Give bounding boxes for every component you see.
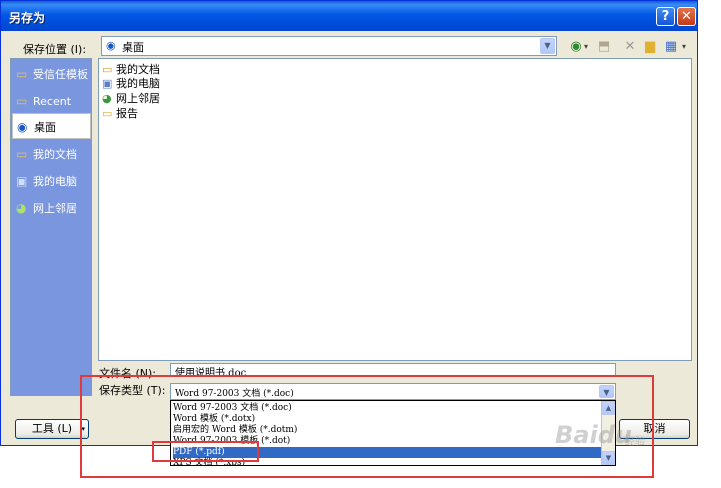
- network-icon: ◕: [102, 92, 112, 105]
- tools-button[interactable]: 工具 (L) ▾: [15, 419, 89, 439]
- location-dropdown[interactable]: ◉ 桌面 ▼: [101, 36, 557, 56]
- folder-icon: ▭: [16, 94, 28, 108]
- list-item[interactable]: ▣ 我的电脑: [102, 75, 160, 91]
- list-item[interactable]: ▭ 报告: [102, 105, 138, 121]
- documents-icon: ▭: [16, 147, 28, 161]
- new-folder-icon[interactable]: ▆: [641, 39, 659, 55]
- places-bar: ▭ 受信任模板 ▭ Recent ◉ 桌面 ▭ 我的文档 ▣ 我的电脑 ◕ 网上邻居: [10, 58, 92, 396]
- window-title: 另存为: [9, 11, 46, 25]
- close-button[interactable]: ✕: [677, 7, 696, 26]
- up-folder-icon[interactable]: ⬒: [595, 39, 613, 55]
- delete-icon[interactable]: ✕: [621, 39, 639, 55]
- watermark-logo: Baidu: [555, 421, 632, 449]
- place-trusted-templates[interactable]: ▭ 受信任模板: [12, 61, 91, 87]
- help-button[interactable]: ?: [656, 7, 675, 26]
- place-network[interactable]: ◕ 网上邻居: [12, 195, 91, 221]
- chevron-down-icon[interactable]: ▼: [540, 38, 555, 54]
- location-value: 桌面: [122, 41, 144, 54]
- back-dropdown-icon[interactable]: ▾: [582, 39, 590, 55]
- computer-icon: ▣: [102, 77, 113, 90]
- folder-icon: ▭: [16, 67, 28, 81]
- network-icon: ◕: [16, 201, 27, 215]
- computer-icon: ▣: [16, 174, 28, 188]
- desktop-icon: ◉: [17, 120, 28, 134]
- place-my-documents[interactable]: ▭ 我的文档: [12, 141, 91, 167]
- watermark-sub: 经验: [625, 437, 645, 448]
- title-bar[interactable]: 另存为 ? ✕: [1, 1, 697, 31]
- list-item[interactable]: ◕ 网上邻居: [102, 90, 160, 106]
- place-my-computer[interactable]: ▣ 我的电脑: [12, 168, 91, 194]
- file-list[interactable]: ▭ 我的文档 ▣ 我的电脑 ◕ 网上邻居 ▭ 报告: [98, 58, 692, 361]
- place-desktop[interactable]: ◉ 桌面: [12, 113, 91, 139]
- views-icon[interactable]: ▦: [662, 39, 680, 55]
- views-dropdown-icon[interactable]: ▾: [680, 39, 688, 55]
- place-recent[interactable]: ▭ Recent: [12, 88, 91, 114]
- folder-icon: ▭: [102, 107, 113, 120]
- desktop-icon: ◉: [106, 39, 116, 52]
- save-in-label: 保存位置 (I):: [23, 43, 87, 56]
- annotation-box-pdf: [152, 441, 259, 462]
